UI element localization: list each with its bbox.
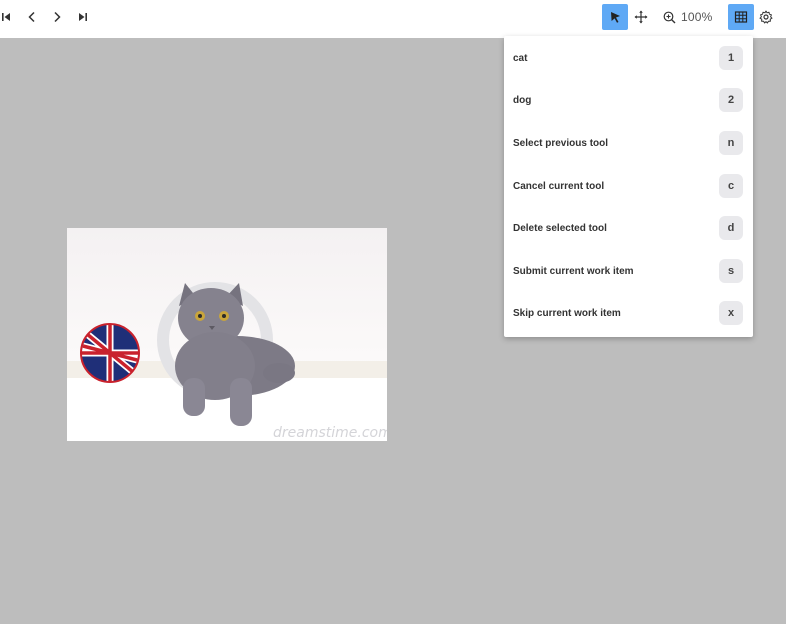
select-tool-button[interactable]	[602, 4, 628, 30]
gear-icon	[759, 10, 773, 24]
watermark-text: dreamstime.com	[273, 425, 387, 441]
last-page-icon	[79, 13, 87, 21]
union-jack-ball	[80, 323, 140, 383]
menu-item-shortcut: d	[719, 216, 743, 240]
menu-item-shortcut: n	[719, 131, 743, 155]
menu-item-shortcut: x	[719, 301, 743, 325]
grid-icon	[734, 11, 748, 23]
menu-item-shortcut: 1	[719, 46, 743, 70]
menu-item-select-previous-tool[interactable]: Select previous tool n	[504, 122, 753, 164]
grid-button[interactable]	[728, 4, 754, 30]
first-page-icon	[2, 13, 10, 21]
toolbar: 100%	[0, 0, 786, 38]
select-cursor-icon	[611, 12, 620, 23]
menu-item-cat[interactable]: cat 1	[504, 37, 753, 79]
menu-item-label: Delete selected tool	[513, 222, 607, 234]
cat-photo: dreamstime.com	[67, 228, 387, 441]
menu-item-cancel-current-tool[interactable]: Cancel current tool c	[504, 165, 753, 207]
move-icon	[634, 10, 648, 24]
menu-item-label: Select previous tool	[513, 137, 609, 149]
menu-item-shortcut: c	[719, 174, 743, 198]
first-page-button[interactable]	[0, 4, 19, 30]
previous-button[interactable]	[19, 4, 45, 30]
move-tool-button[interactable]	[628, 4, 654, 30]
menu-item-delete-selected-tool[interactable]: Delete selected tool d	[504, 207, 753, 249]
settings-button[interactable]	[753, 4, 779, 30]
zoom-in-icon	[663, 11, 676, 23]
menu-item-label: dog	[513, 94, 532, 106]
menu-item-label: Submit current work item	[513, 265, 634, 277]
next-icon	[54, 11, 61, 23]
menu-item-submit-current-work-item[interactable]: Submit current work item s	[504, 250, 753, 292]
menu-item-shortcut: s	[719, 259, 743, 283]
menu-item-label: cat	[513, 52, 528, 64]
last-page-button[interactable]	[70, 4, 96, 30]
menu-item-skip-current-work-item[interactable]: Skip current work item x	[504, 292, 753, 334]
menu-item-dog[interactable]: dog 2	[504, 79, 753, 121]
menu-item-label: Skip current work item	[513, 307, 621, 319]
hotkeys-menu: cat 1 dog 2 Select previous tool n Cance…	[504, 36, 753, 337]
menu-item-label: Cancel current tool	[513, 180, 605, 192]
menu-item-shortcut: 2	[719, 88, 743, 112]
zoom-control[interactable]: 100%	[663, 4, 713, 30]
previous-icon	[28, 11, 35, 23]
next-button[interactable]	[44, 4, 70, 30]
zoom-level: 100%	[681, 10, 713, 24]
work-item-image[interactable]: dreamstime.com	[67, 228, 387, 441]
